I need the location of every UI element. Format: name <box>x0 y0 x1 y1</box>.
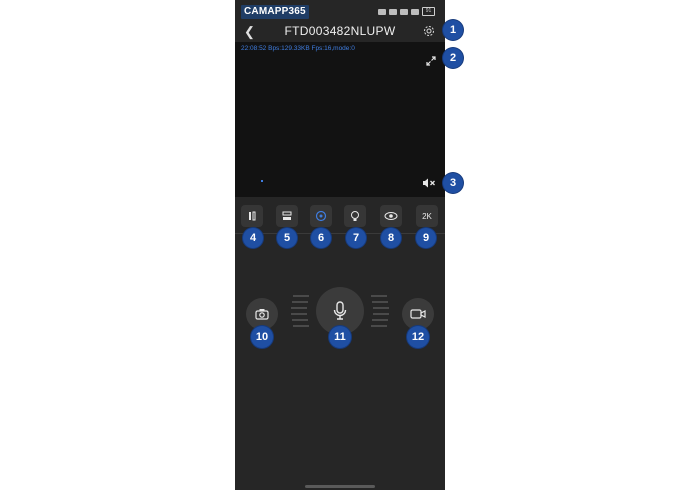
cruise-button[interactable] <box>310 205 332 227</box>
callout-badge: 9 <box>416 228 436 248</box>
pan-button[interactable] <box>241 205 263 227</box>
light-button[interactable] <box>344 205 366 227</box>
wifi-icon <box>411 8 419 15</box>
pan-icon <box>249 211 256 221</box>
phone-screen: CAMAPP365 91 ❮ FTD003482NLUPW 22:08:52 B… <box>235 0 445 490</box>
home-indicator <box>305 485 375 488</box>
tilt-icon <box>282 211 292 220</box>
signal-icon <box>389 8 397 15</box>
camera-icon <box>255 309 269 320</box>
callout-badge: 11 <box>329 326 351 348</box>
callout-badge: 8 <box>381 228 401 248</box>
divider <box>235 233 445 234</box>
header: ❮ FTD003482NLUPW <box>235 22 445 42</box>
callout-badge: 2 <box>443 48 463 68</box>
video-feed[interactable]: 22:08:52 Bps:129.33KB Fps:16,mode:0 <box>235 42 445 197</box>
expand-icon[interactable] <box>426 56 436 66</box>
callout-badge: 6 <box>311 228 331 248</box>
sound-wave-right <box>371 295 389 327</box>
video-dot <box>261 180 263 182</box>
page-title: FTD003482NLUPW <box>284 24 396 38</box>
video-record-icon <box>410 309 426 319</box>
sound-wave-left <box>291 295 309 327</box>
detect-button[interactable] <box>380 205 402 227</box>
callout-badge: 5 <box>277 228 297 248</box>
cruise-icon <box>315 210 327 222</box>
shield-icon <box>378 8 386 15</box>
microphone-icon <box>333 301 347 320</box>
brand-label: CAMAPP365 <box>241 5 309 19</box>
speaker-muted-icon[interactable] <box>422 178 436 188</box>
detect-icon <box>384 212 398 220</box>
stream-info: 22:08:52 Bps:129.33KB Fps:16,mode:0 <box>241 45 355 52</box>
battery-icon: 91 <box>422 7 435 16</box>
callout-badge: 3 <box>443 173 463 193</box>
status-bar: CAMAPP365 91 <box>235 0 445 22</box>
tilt-button[interactable] <box>276 205 298 227</box>
light-bulb-icon <box>351 211 359 221</box>
callout-badge: 1 <box>443 20 463 40</box>
resolution-button[interactable]: 2K <box>416 205 438 227</box>
gear-icon[interactable] <box>423 25 435 37</box>
status-icons: 91 <box>378 7 435 16</box>
callout-badge: 12 <box>407 326 429 348</box>
signal-icon-2 <box>400 8 408 15</box>
callout-badge: 7 <box>346 228 366 248</box>
callout-badge: 4 <box>243 228 263 248</box>
callout-badge: 10 <box>251 326 273 348</box>
control-toolbar: 2K <box>235 205 445 229</box>
